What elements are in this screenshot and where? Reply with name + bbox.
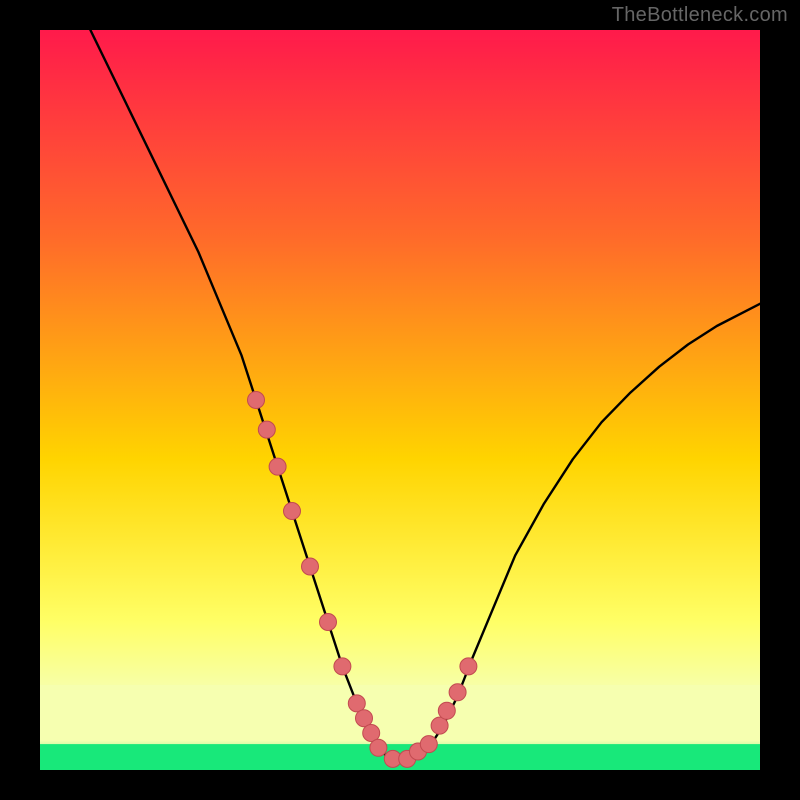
pale-band [40, 685, 760, 741]
highlight-marker [284, 503, 301, 520]
highlight-marker [370, 739, 387, 756]
highlight-marker [320, 614, 337, 631]
highlight-marker [269, 458, 286, 475]
highlight-marker [334, 658, 351, 675]
highlight-marker [449, 684, 466, 701]
highlight-marker [460, 658, 477, 675]
highlight-marker [420, 736, 437, 753]
plot-area [40, 30, 760, 770]
watermark-text: TheBottleneck.com [612, 4, 788, 27]
chart-container: TheBottleneck.com [0, 0, 800, 800]
chart-svg [40, 30, 760, 770]
highlight-marker [302, 558, 319, 575]
highlight-marker [438, 702, 455, 719]
highlight-marker [258, 421, 275, 438]
highlight-marker [248, 392, 265, 409]
gradient-background [40, 30, 760, 770]
